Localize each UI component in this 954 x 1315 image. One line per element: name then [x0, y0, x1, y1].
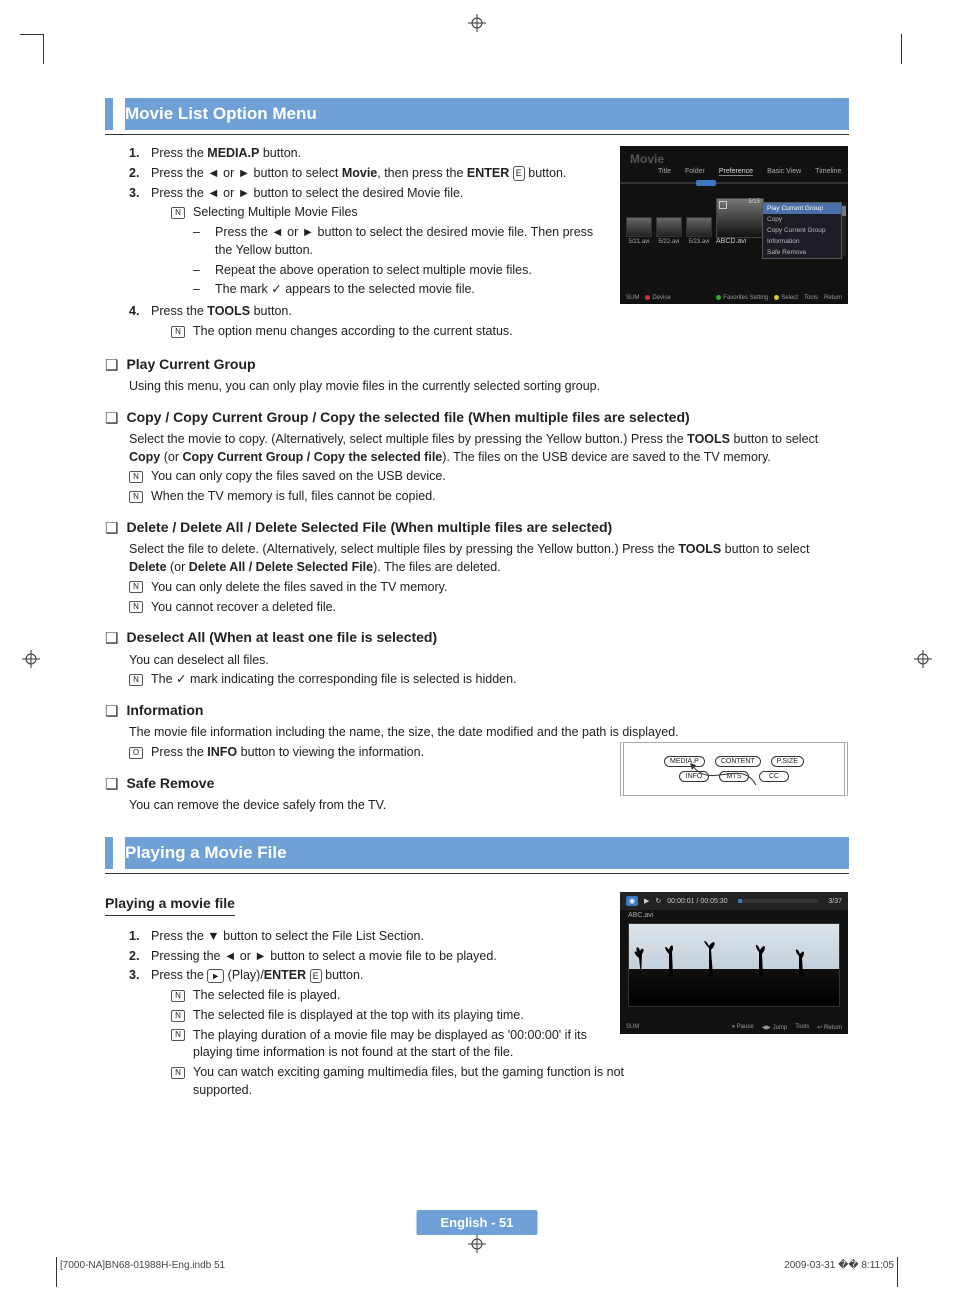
note-icon: N [129, 471, 143, 483]
screenshot-movie-list: Movie Title Folder Preference Basic View… [620, 146, 848, 304]
play-button-icon: ► [207, 969, 224, 984]
registration-mark-icon [468, 1235, 486, 1253]
section-title: Playing a Movie File [125, 837, 849, 869]
enter-button-icon: E [513, 166, 525, 181]
bullet-icon: ❑ [105, 518, 118, 539]
crop-mark [56, 1257, 57, 1287]
note-icon: N [129, 601, 143, 613]
registration-mark-icon [914, 650, 932, 668]
media-icon: ◉ [626, 896, 638, 906]
subsection: ❑Deselect All (When at least one file is… [105, 628, 849, 649]
subsection: ❑Copy / Copy Current Group / Copy the se… [105, 408, 849, 429]
subsection: ❑Delete / Delete All / Delete Selected F… [105, 518, 849, 539]
registration-mark-icon [22, 650, 40, 668]
note-icon: N [129, 491, 143, 503]
bullet-icon: ❑ [105, 355, 118, 376]
footer-timestamp: 2009-03-31 �� 8:11:05 [784, 1260, 894, 1271]
subheading: Playing a movie file [105, 894, 235, 916]
enter-button-icon: E [310, 969, 322, 984]
note-icon: N [171, 1029, 185, 1041]
steps-list: 1.Press the ▼ button to select the File … [129, 928, 629, 1102]
steps-list: 1. Press the MEDIA.P button. 2. Press th… [129, 145, 599, 343]
note-icon: N [171, 1067, 185, 1079]
crop-mark [20, 34, 44, 64]
bullet-icon: ❑ [105, 701, 118, 722]
section-heading: Movie List Option Menu [105, 98, 849, 130]
note-icon: N [171, 1010, 185, 1022]
note-icon: N [129, 674, 143, 686]
note-icon: N [171, 207, 185, 219]
bullet-icon: ❑ [105, 774, 118, 795]
screenshot-movie-player: ◉ ▶ ↻ 00:00:01 / 00:05:30 3/37 ABC.avi S… [620, 892, 848, 1034]
play-icon: ▶ [644, 897, 649, 905]
subsection: ❑Play Current Group [105, 355, 849, 376]
footer-filename: [7000-NA]BN68-01988H-Eng.indb 51 [60, 1260, 225, 1271]
page-number: English - 51 [417, 1210, 538, 1235]
screenshot-remote-buttons: MEDIA.P CONTENT P.SIZE INFO MTS CC [620, 742, 848, 796]
bullet-icon: ❑ [105, 408, 118, 429]
registration-mark-icon [468, 14, 486, 32]
repeat-icon: ↻ [655, 897, 661, 905]
note-icon: N [171, 990, 185, 1002]
tools-menu: Play Current Group Copy Copy Current Gro… [762, 202, 842, 259]
section-heading: Playing a Movie File [105, 837, 849, 869]
bullet-icon: ❑ [105, 628, 118, 649]
section-title: Movie List Option Menu [125, 98, 849, 130]
note-icon: N [171, 326, 185, 338]
crop-mark [897, 1257, 898, 1287]
tip-icon: O [129, 747, 143, 759]
note-icon: N [129, 581, 143, 593]
subsection: ❑Information [105, 701, 849, 722]
crop-mark [901, 34, 902, 64]
